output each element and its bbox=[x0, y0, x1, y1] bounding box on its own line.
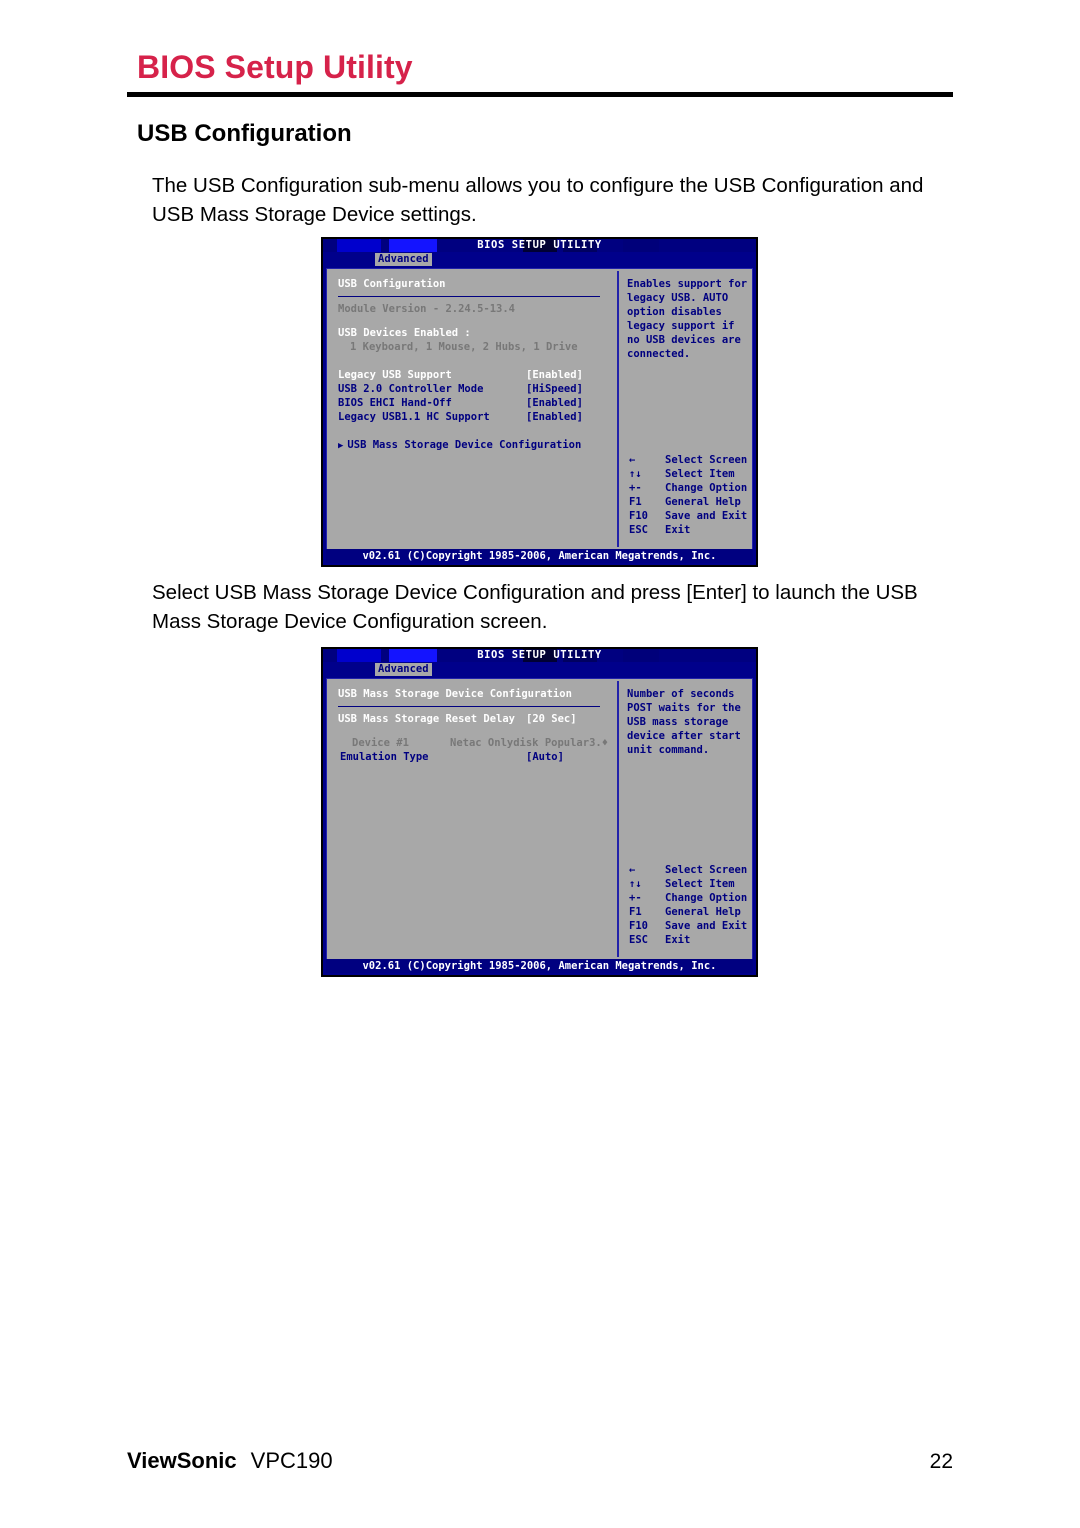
instruction-paragraph: Select USB Mass Storage Device Configura… bbox=[152, 581, 918, 633]
setting-value: [Auto] bbox=[526, 751, 564, 763]
legend-key: ← bbox=[629, 864, 636, 876]
setting-value: [20 Sec] bbox=[526, 713, 577, 725]
bios-title-text: BIOS SETUP UTILITY bbox=[477, 649, 602, 661]
help-text-line: no USB devices are bbox=[627, 334, 741, 346]
legend-key: F10 bbox=[629, 920, 648, 932]
submenu-usb-mass-storage-device-configuration[interactable]: ▶ USB Mass Storage Device Configuration bbox=[338, 438, 617, 453]
legend-key: ↑↓ bbox=[629, 468, 642, 480]
legend-description: Select Screen bbox=[665, 864, 748, 876]
bios-menu-bar: Advanced bbox=[323, 252, 756, 267]
device-row-1: Device #1 Netac Onlydisk Popular3.♦ bbox=[338, 736, 617, 750]
bios-main-panel: USB Mass Storage Device Configuration US… bbox=[326, 678, 753, 960]
triangle-right-icon: ▶ bbox=[338, 441, 344, 451]
setting-label: Legacy USB Support bbox=[338, 369, 452, 381]
setting-label: USB 2.0 Controller Mode bbox=[338, 383, 484, 395]
setting-value: [HiSpeed] bbox=[526, 383, 583, 395]
bios-screenshot-usb-configuration: BIOS SETUP UTILITY Advanced USB Configur… bbox=[321, 237, 758, 567]
bios-settings-pane: USB Mass Storage Device Configuration US… bbox=[327, 679, 617, 959]
usb-devices-enabled-value: 1 Keyboard, 1 Mouse, 2 Hubs, 1 Drive bbox=[350, 341, 578, 353]
legend-key: F1 bbox=[629, 906, 642, 918]
heading-rule bbox=[338, 706, 600, 707]
legend-key: F1 bbox=[629, 496, 642, 508]
setting-row-usb-mass-storage-reset-delay[interactable]: USB Mass Storage Reset Delay [20 Sec] bbox=[338, 712, 617, 726]
bios-main-panel: USB Configuration Module Version - 2.24.… bbox=[326, 268, 753, 550]
heading-rule bbox=[338, 296, 600, 297]
legend-description: General Help bbox=[665, 496, 741, 508]
page-title: BIOS Setup Utility bbox=[137, 49, 413, 85]
tab-advanced[interactable]: Advanced bbox=[375, 253, 432, 266]
setting-value: [Enabled] bbox=[526, 397, 583, 409]
legend-description: General Help bbox=[665, 906, 741, 918]
legend-key: ESC bbox=[629, 934, 648, 946]
setting-row-legacy-usb-support[interactable]: Legacy USB Support [Enabled] bbox=[338, 368, 617, 382]
legend-key: +- bbox=[629, 482, 642, 494]
help-text-line: option disables bbox=[627, 306, 722, 318]
help-text-line: unit command. bbox=[627, 744, 710, 756]
bios-help-pane: Enables support for legacy USB. AUTO opt… bbox=[619, 269, 752, 549]
bios-screenshot-usb-mass-storage: BIOS SETUP UTILITY Advanced USB Mass Sto… bbox=[321, 647, 758, 977]
help-text-line: legacy support if bbox=[627, 320, 735, 332]
model-name: VPC190 bbox=[250, 1448, 333, 1473]
setting-label: BIOS EHCI Hand-Off bbox=[338, 397, 452, 409]
setting-row-legacy-usb11-hc-support[interactable]: Legacy USB1.1 HC Support [Enabled] bbox=[338, 410, 617, 424]
legend-key: ← bbox=[629, 454, 636, 466]
help-text-line: USB mass storage bbox=[627, 716, 729, 728]
settings-heading: USB Configuration bbox=[338, 278, 446, 290]
legend-key: F10 bbox=[629, 510, 648, 522]
footer-brand: ViewSonic VPC190 bbox=[127, 1448, 333, 1474]
legend-key: ↑↓ bbox=[629, 878, 642, 890]
help-text-line: connected. bbox=[627, 348, 691, 360]
bios-title-bar: BIOS SETUP UTILITY bbox=[323, 649, 756, 662]
device-label: Device #1 bbox=[352, 737, 409, 749]
legend-description: Select Screen bbox=[665, 454, 748, 466]
setting-label: Legacy USB1.1 HC Support bbox=[338, 411, 490, 423]
title-divider bbox=[127, 92, 953, 97]
bios-title-bar: BIOS SETUP UTILITY bbox=[323, 239, 756, 252]
module-version: Module Version - 2.24.5-13.4 bbox=[338, 303, 516, 315]
help-text-line: POST waits for the bbox=[627, 702, 741, 714]
brand-name: ViewSonic bbox=[127, 1448, 237, 1473]
bios-help-pane: Number of seconds POST waits for the USB… bbox=[619, 679, 752, 959]
setting-value: [Enabled] bbox=[526, 411, 583, 423]
bios-title-text: BIOS SETUP UTILITY bbox=[477, 239, 602, 251]
legend-description: Select Item bbox=[665, 468, 735, 480]
page-number: 22 bbox=[929, 1450, 953, 1473]
legend-description: Exit bbox=[665, 934, 691, 946]
usb-devices-enabled-label: USB Devices Enabled : bbox=[338, 327, 471, 339]
setting-value: [Enabled] bbox=[526, 369, 583, 381]
help-text-line: Number of seconds bbox=[627, 688, 735, 700]
legend-description: Change Option bbox=[665, 892, 748, 904]
settings-heading: USB Mass Storage Device Configuration bbox=[338, 688, 572, 700]
bios-copyright-bar: v02.61 (C)Copyright 1985-2006, American … bbox=[326, 549, 753, 563]
legend-description: Save and Exit bbox=[665, 510, 748, 522]
legend-description: Save and Exit bbox=[665, 920, 748, 932]
legend-key: +- bbox=[629, 892, 642, 904]
legend-description: Change Option bbox=[665, 482, 748, 494]
setting-label: Emulation Type bbox=[340, 751, 429, 763]
setting-row-bios-ehci-hand-off[interactable]: BIOS EHCI Hand-Off [Enabled] bbox=[338, 396, 617, 410]
bios-menu-bar: Advanced bbox=[323, 662, 756, 677]
legend-description: Select Item bbox=[665, 878, 735, 890]
setting-row-usb-2-controller-mode[interactable]: USB 2.0 Controller Mode [HiSpeed] bbox=[338, 382, 617, 396]
section-heading: USB Configuration bbox=[137, 120, 352, 147]
help-text-line: device after start bbox=[627, 730, 741, 742]
legend-description: Exit bbox=[665, 524, 691, 536]
setting-row-emulation-type[interactable]: Emulation Type [Auto] bbox=[338, 750, 617, 764]
bios-settings-pane: USB Configuration Module Version - 2.24.… bbox=[327, 269, 617, 549]
help-text-line: legacy USB. AUTO bbox=[627, 292, 729, 304]
device-value: Netac Onlydisk Popular3.♦ bbox=[450, 737, 609, 749]
bios-copyright-bar: v02.61 (C)Copyright 1985-2006, American … bbox=[326, 959, 753, 973]
setting-label: USB Mass Storage Reset Delay bbox=[338, 713, 516, 725]
submenu-label: USB Mass Storage Device Configuration bbox=[347, 439, 582, 451]
tab-advanced[interactable]: Advanced bbox=[375, 663, 432, 676]
intro-paragraph: The USB Configuration sub-menu allows yo… bbox=[152, 174, 924, 226]
legend-key: ESC bbox=[629, 524, 648, 536]
help-text-line: Enables support for bbox=[627, 278, 748, 290]
